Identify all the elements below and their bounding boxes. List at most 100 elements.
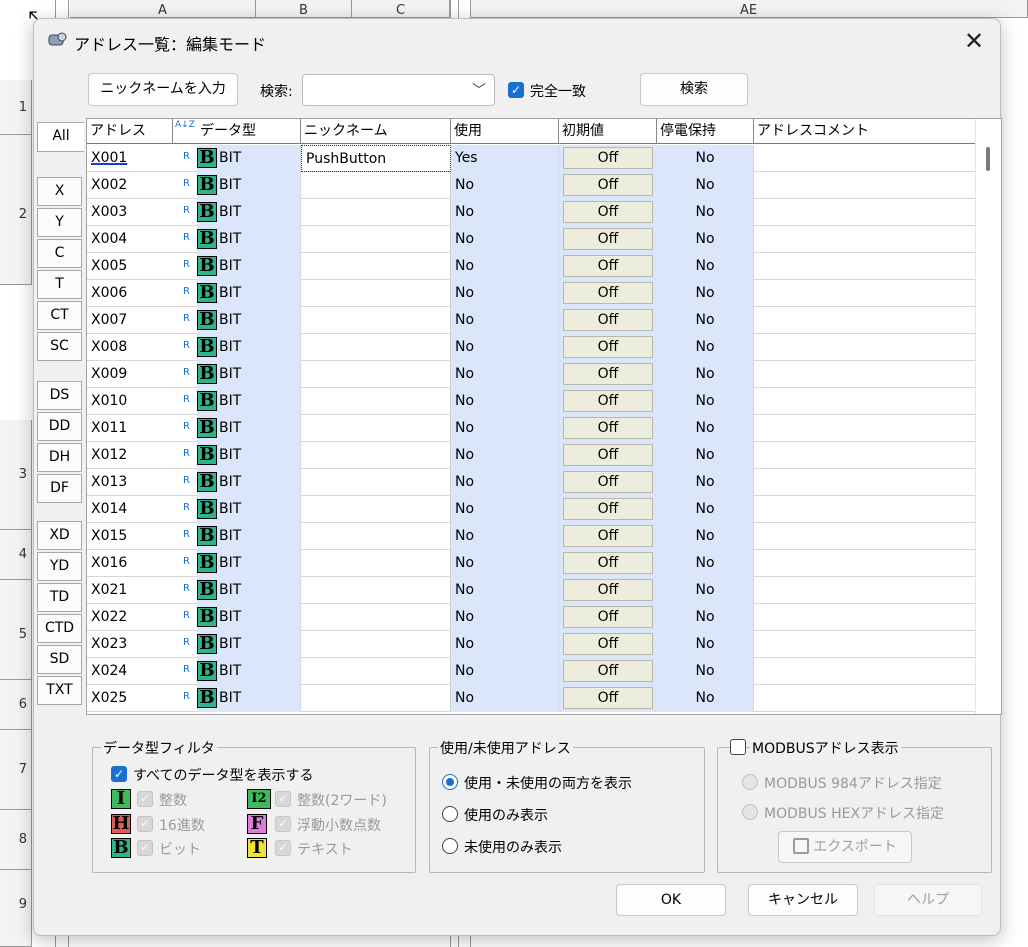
float-type-checkbox[interactable]: ✓ <box>275 816 291 832</box>
tab-all[interactable]: All <box>37 122 84 152</box>
radio-modbus-hex-label[interactable]: MODBUS HEXアドレス指定 <box>764 803 944 823</box>
comment-cell[interactable] <box>754 658 977 685</box>
sort-az-icon[interactable]: A↓Z <box>173 119 197 144</box>
table-row[interactable]: X008 R B BIT No Off No <box>87 334 977 361</box>
tab-df[interactable]: DF <box>37 474 82 503</box>
nickname-cell[interactable] <box>301 604 451 631</box>
address-cell[interactable]: X013 <box>87 469 187 496</box>
radio-modbus-984[interactable] <box>742 774 758 790</box>
comment-cell[interactable] <box>754 253 977 280</box>
table-row[interactable]: X003 R B BIT No Off No <box>87 199 977 226</box>
table-row[interactable]: X022 R B BIT No Off No <box>87 604 977 631</box>
ok-button[interactable]: OK <box>616 884 726 916</box>
radio-show-both-label[interactable]: 使用・未使用の両方を表示 <box>464 773 632 793</box>
address-cell[interactable]: X010 <box>87 388 187 415</box>
table-row[interactable]: X006 R B BIT No Off No <box>87 280 977 307</box>
address-cell[interactable]: X021 <box>87 577 187 604</box>
integer2-type-checkbox[interactable]: ✓ <box>275 791 291 807</box>
tab-y[interactable]: Y <box>37 208 82 237</box>
comment-cell[interactable] <box>754 334 977 361</box>
row-header-4[interactable]: 4 <box>0 530 32 580</box>
nickname-cell[interactable] <box>301 226 451 253</box>
table-row[interactable]: X005 R B BIT No Off No <box>87 253 977 280</box>
close-icon[interactable]: ✕ <box>958 27 990 57</box>
initial-value-button[interactable]: Off <box>563 390 653 412</box>
nickname-cell[interactable] <box>301 442 451 469</box>
address-cell[interactable]: X023 <box>87 631 187 658</box>
nickname-cell[interactable] <box>301 253 451 280</box>
tab-t[interactable]: T <box>37 270 82 299</box>
comment-cell[interactable] <box>754 361 977 388</box>
table-row[interactable]: X001 R B BIT PushButton Yes Off No <box>87 145 977 172</box>
show-all-types-checkbox[interactable]: ✓ <box>111 766 127 782</box>
tab-td[interactable]: TD <box>37 583 82 612</box>
chevron-down-icon[interactable]: ﹀ <box>472 80 486 100</box>
row-header-5[interactable]: 5 <box>0 580 32 680</box>
radio-show-both[interactable] <box>442 774 458 790</box>
table-row[interactable]: X021 R B BIT No Off No <box>87 577 977 604</box>
address-cell[interactable]: X022 <box>87 604 187 631</box>
nickname-cell[interactable] <box>301 685 451 712</box>
hex-type-checkbox[interactable]: ✓ <box>137 816 153 832</box>
modbus-display-checkbox[interactable] <box>730 739 746 755</box>
nickname-cell[interactable] <box>301 388 451 415</box>
address-cell[interactable]: X014 <box>87 496 187 523</box>
vertical-scrollbar[interactable] <box>975 119 1001 714</box>
table-row[interactable]: X009 R B BIT No Off No <box>87 361 977 388</box>
comment-cell[interactable] <box>754 604 977 631</box>
initial-value-button[interactable]: Off <box>563 498 653 520</box>
comment-cell[interactable] <box>754 523 977 550</box>
tab-sd[interactable]: SD <box>37 645 82 674</box>
nickname-cell[interactable] <box>301 631 451 658</box>
address-cell[interactable]: X006 <box>87 280 187 307</box>
row-header-9[interactable]: 9 <box>0 870 32 947</box>
table-row[interactable]: X002 R B BIT No Off No <box>87 172 977 199</box>
table-row[interactable]: X023 R B BIT No Off No <box>87 631 977 658</box>
address-cell[interactable]: X004 <box>87 226 187 253</box>
table-row[interactable]: X024 R B BIT No Off No <box>87 658 977 685</box>
row-header-3[interactable]: 3 <box>0 420 32 530</box>
initial-value-button[interactable]: Off <box>563 444 653 466</box>
initial-value-button[interactable]: Off <box>563 147 653 169</box>
show-all-types-label[interactable]: すべてのデータ型を表示する <box>133 765 313 785</box>
tab-ct[interactable]: CT <box>37 301 82 330</box>
bit-type-checkbox[interactable]: ✓ <box>137 840 153 856</box>
title-bar[interactable]: アドレス一覧：編集モード ✕ <box>34 19 1000 63</box>
address-cell[interactable]: X016 <box>87 550 187 577</box>
tab-xd[interactable]: XD <box>37 521 82 550</box>
initial-value-button[interactable]: Off <box>563 336 653 358</box>
comment-cell[interactable] <box>754 388 977 415</box>
tab-x[interactable]: X <box>37 177 82 206</box>
row-header-6[interactable]: 6 <box>0 680 32 730</box>
tab-ds[interactable]: DS <box>37 381 82 410</box>
comment-cell[interactable] <box>754 145 977 172</box>
nickname-cell[interactable] <box>301 361 451 388</box>
initial-value-button[interactable]: Off <box>563 660 653 682</box>
nickname-cell[interactable] <box>301 334 451 361</box>
radio-unused-only[interactable] <box>442 838 458 854</box>
row-header-8[interactable]: 8 <box>0 810 32 870</box>
header-initial-value[interactable]: 初期値 <box>559 119 657 144</box>
initial-value-button[interactable]: Off <box>563 417 653 439</box>
address-cell[interactable]: X005 <box>87 253 187 280</box>
comment-cell[interactable] <box>754 415 977 442</box>
nickname-cell[interactable] <box>301 199 451 226</box>
initial-value-button[interactable]: Off <box>563 228 653 250</box>
initial-value-button[interactable]: Off <box>563 687 653 709</box>
comment-cell[interactable] <box>754 199 977 226</box>
nickname-cell[interactable] <box>301 307 451 334</box>
comment-cell[interactable] <box>754 172 977 199</box>
address-cell[interactable]: X012 <box>87 442 187 469</box>
integer-type-checkbox[interactable]: ✓ <box>137 791 153 807</box>
comment-cell[interactable] <box>754 496 977 523</box>
header-address-comment[interactable]: アドレスコメント <box>754 119 977 144</box>
radio-modbus-984-label[interactable]: MODBUS 984アドレス指定 <box>764 773 942 793</box>
column-header-c[interactable]: C <box>352 0 450 18</box>
scrollbar-thumb[interactable] <box>986 147 990 171</box>
tab-yd[interactable]: YD <box>37 552 82 581</box>
table-row[interactable]: X016 R B BIT No Off No <box>87 550 977 577</box>
radio-modbus-hex[interactable] <box>742 804 758 820</box>
radio-unused-only-label[interactable]: 未使用のみ表示 <box>464 837 562 857</box>
tab-ctd[interactable]: CTD <box>37 614 82 643</box>
tab-dh[interactable]: DH <box>37 443 82 472</box>
